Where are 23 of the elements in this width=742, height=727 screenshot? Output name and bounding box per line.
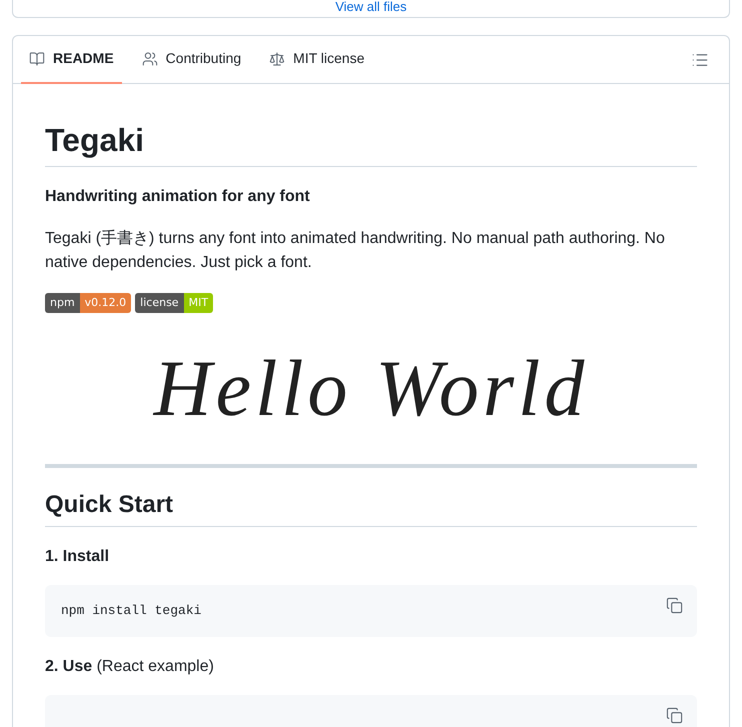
badge-value: v0.12.0 (80, 293, 132, 313)
copy-icon (666, 597, 683, 614)
people-icon (142, 50, 158, 66)
tab[interactable]: Contributing (134, 36, 250, 84)
badge-value: MIT (184, 293, 214, 313)
code-text: npm install tegaki (61, 602, 202, 620)
section-title: Quick Start (45, 490, 697, 527)
badge-label: npm (45, 293, 80, 313)
copy-button[interactable] (666, 597, 683, 614)
book-icon (29, 50, 45, 66)
step-heading: 1. Install (45, 547, 110, 567)
scale-icon (269, 50, 286, 66)
view-all-files-link[interactable]: View all files (335, 0, 407, 14)
badge-label: license (135, 293, 184, 313)
subtitle: Handwriting animation for any font (45, 187, 311, 207)
handwriting-animation: Hello World (154, 344, 588, 434)
copy-button[interactable] (666, 707, 683, 724)
tab[interactable]: README (21, 36, 122, 84)
copy-icon (666, 707, 683, 724)
tab[interactable]: MIT license (261, 36, 372, 84)
intro-paragraph: Tegaki (手書き) turns any font into animated handwriting. No manual path authoring. No native dependencies. Just pick a font. (45, 228, 666, 273)
step-heading: 2. Use (React example) (45, 657, 215, 677)
readme-title: Tegaki (45, 120, 697, 167)
